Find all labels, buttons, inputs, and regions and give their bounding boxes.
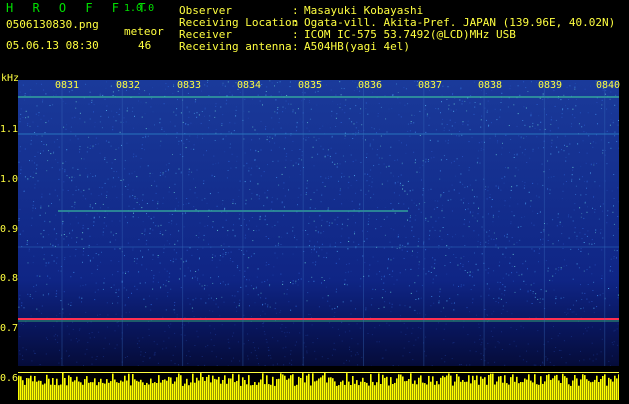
app-version: 1.0.0 bbox=[124, 3, 154, 15]
freq-tick-0-8: 0.8 bbox=[0, 273, 18, 285]
time-tick-0837: 0837 bbox=[418, 80, 442, 92]
file-name: 0506130830.png bbox=[6, 19, 99, 31]
power-bars bbox=[18, 373, 619, 400]
spectrogram bbox=[18, 80, 619, 366]
meteor-count: 46 bbox=[138, 40, 151, 52]
time-tick-0832: 0832 bbox=[116, 80, 140, 92]
time-tick-0833: 0833 bbox=[177, 80, 201, 92]
time-tick-0836: 0836 bbox=[358, 80, 382, 92]
frequency-unit-label: kHz bbox=[1, 73, 19, 85]
capture-datetime: 05.06.13 08:30 bbox=[6, 40, 99, 52]
spectrogram-background bbox=[18, 80, 619, 366]
time-tick-0839: 0839 bbox=[538, 80, 562, 92]
meteor-label: meteor bbox=[124, 26, 164, 38]
time-tick-0831: 0831 bbox=[55, 80, 79, 92]
freq-tick-0-7: 0.7 bbox=[0, 323, 18, 335]
freq-tick-1-0: 1.0 bbox=[0, 174, 18, 186]
freq-tick-0-9: 0.9 bbox=[0, 224, 18, 236]
time-tick-0840: 0840 bbox=[596, 80, 620, 92]
antenna-separator: : bbox=[292, 41, 299, 53]
antenna-label: Receiving antenna bbox=[179, 41, 292, 53]
freq-tick-1-1: 1.1 bbox=[0, 124, 18, 136]
time-tick-0835: 0835 bbox=[298, 80, 322, 92]
power-level-canvas bbox=[18, 372, 619, 400]
spectrogram-canvas bbox=[18, 80, 619, 366]
time-tick-0838: 0838 bbox=[478, 80, 502, 92]
freq-tick-0-6: 0.6 bbox=[0, 373, 18, 385]
power-level-strip bbox=[18, 372, 619, 400]
time-tick-0834: 0834 bbox=[237, 80, 261, 92]
antenna-value: A504HB(yagi 4el) bbox=[304, 41, 410, 53]
